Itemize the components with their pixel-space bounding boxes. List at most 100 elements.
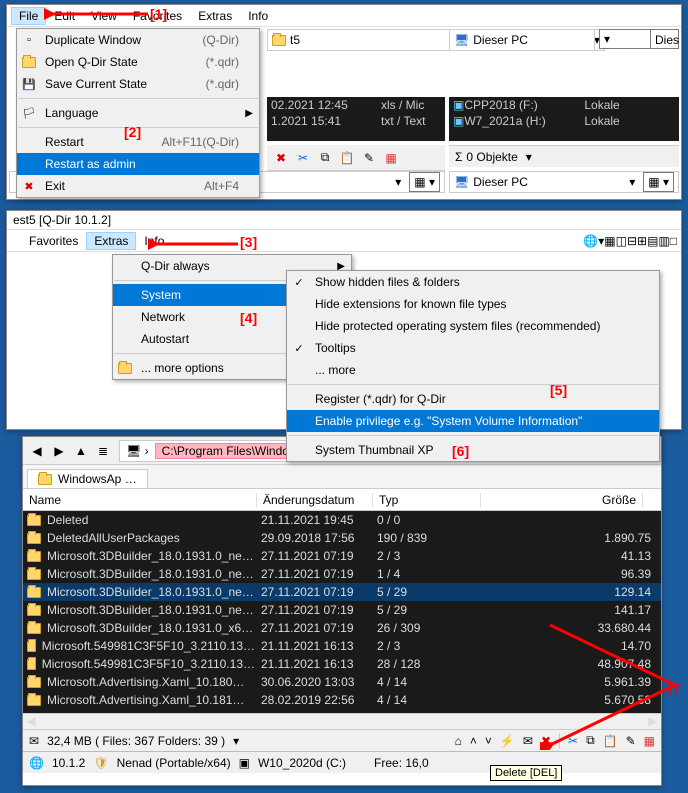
file-date: 29.09.2018 17:56 (261, 531, 377, 545)
table-row[interactable]: Deleted21.11.2021 19:450 / 0 (23, 511, 661, 529)
edit-icon[interactable]: ✎ (359, 148, 379, 168)
file-date: 27.11.2021 07:19 (261, 603, 377, 617)
file-size: 96.39 (485, 567, 657, 581)
menu-show-hidden[interactable]: Show hidden files & folders (287, 271, 659, 293)
table-row[interactable]: Microsoft.3DBuilder_18.0.1931.0_ne…27.11… (23, 583, 661, 601)
paste-icon[interactable]: 📋 (337, 148, 357, 168)
up-icon[interactable]: ▲ (71, 441, 91, 461)
menu-open-state[interactable]: Open Q-Dir State(*.qdr) (17, 51, 259, 73)
down-icon[interactable]: ˅ (485, 734, 492, 748)
table-row[interactable]: Microsoft.Advertising.Xaml_10.181…28.02.… (23, 691, 661, 709)
cut-icon[interactable]: ✂ (293, 148, 313, 168)
edit-icon[interactable]: ✎ (626, 734, 636, 748)
menu-system-thumbnail[interactable]: System Thumbnail XP (287, 439, 659, 461)
menu-view[interactable]: View (83, 7, 125, 25)
menu-enable-privilege[interactable]: Enable privilege e.g. "System Volume Inf… (287, 410, 659, 432)
table-row[interactable]: Microsoft.549981C3F5F10_3.2110.13…21.11.… (23, 637, 661, 655)
table-row[interactable]: Microsoft.549981C3F5F10_3.2110.13…21.11.… (23, 655, 661, 673)
menu-language[interactable]: 🏳Language▶ (17, 102, 259, 124)
menu-register-qdr[interactable]: Register (*.qdr) for Q-Dir (287, 388, 659, 410)
menu-file[interactable]: File (11, 7, 46, 25)
menu-extras[interactable]: Extras (190, 7, 240, 25)
menu-info-2[interactable]: Info (136, 232, 172, 250)
copy-icon[interactable]: ⧉ (315, 148, 335, 168)
menu-edit[interactable]: Edit (46, 7, 83, 25)
cell: xls / Mic (381, 98, 424, 112)
file-list[interactable]: Deleted21.11.2021 19:450 / 0DeletedAllUs… (23, 511, 661, 713)
file-name: Microsoft.3DBuilder_18.0.1931.0_ne… (47, 567, 254, 581)
grid-icon[interactable]: ▦ (381, 148, 401, 168)
table-row[interactable]: Microsoft.3DBuilder_18.0.1931.0_ne…27.11… (23, 565, 661, 583)
address-bar-2[interactable]: 🖥 Dieser PC (449, 29, 595, 51)
home-icon[interactable]: ⌂ (455, 734, 462, 748)
folder-icon (27, 515, 41, 526)
col-date[interactable]: Änderungsdatum (257, 493, 373, 507)
file-name: Deleted (47, 513, 88, 527)
scroll-left-icon[interactable]: ◀ (23, 714, 39, 729)
file-size: 5.670.58 (485, 693, 657, 707)
status-text: 0 Objekte (466, 150, 517, 164)
table-row[interactable]: Microsoft.3DBuilder_18.0.1931.0_ne…27.11… (23, 601, 661, 619)
menu-hide-protected[interactable]: Hide protected operating system files (r… (287, 315, 659, 337)
col-name[interactable]: Name (23, 493, 257, 507)
layout-icon[interactable]: ▤ (647, 234, 658, 248)
levels-icon[interactable]: ≣ (93, 441, 113, 461)
grid-icon[interactable]: ▦ (644, 734, 655, 748)
fwd-icon[interactable]: ▶ (49, 441, 69, 461)
system-submenu: Show hidden files & folders Hide extensi… (286, 270, 660, 462)
view-combo[interactable]: ▾ (599, 29, 651, 49)
menu-restart-admin[interactable]: Restart as admin (17, 153, 259, 175)
layout-icon[interactable]: ⊟ (627, 234, 637, 248)
cell: txt / Text (381, 114, 425, 128)
file-type: 1 / 4 (377, 567, 485, 581)
col-size[interactable]: Größe (481, 493, 643, 507)
folder-icon (27, 677, 41, 688)
scroll-right-icon[interactable]: ▶ (645, 714, 661, 729)
cut-icon[interactable]: ✂ (568, 734, 578, 748)
delete-icon[interactable]: ✖ (271, 148, 291, 168)
menu-hide-ext[interactable]: Hide extensions for known file types (287, 293, 659, 315)
menu-favorites-2[interactable]: Favorites (21, 232, 86, 250)
back-icon[interactable]: ◀ (27, 441, 47, 461)
folder-icon (272, 35, 286, 46)
delete-icon[interactable]: ✖ (541, 734, 551, 748)
col-type[interactable]: Typ (373, 493, 481, 507)
file-name: Microsoft.549981C3F5F10_3.2110.13… (42, 639, 255, 653)
folder-icon (27, 569, 41, 580)
file-date: 27.11.2021 07:19 (261, 549, 377, 563)
table-row[interactable]: Microsoft.3DBuilder_18.0.1931.0_x6…27.11… (23, 619, 661, 637)
menu-extras-2[interactable]: Extras (86, 232, 136, 250)
file-size: 33.680.44 (485, 621, 657, 635)
layout-icon[interactable]: ◫ (616, 234, 627, 248)
up-icon[interactable]: ˄ (470, 734, 477, 748)
flash-icon[interactable]: ⚡ (500, 734, 515, 748)
table-row[interactable]: Microsoft.3DBuilder_18.0.1931.0_ne… 27.11… (23, 547, 661, 565)
layout-icon[interactable]: ⊞ (637, 234, 647, 248)
letter-icon[interactable]: ✉ (29, 734, 39, 748)
file-name: Microsoft.3DBuilder_18.0.1931.0_ne… (47, 585, 254, 599)
menu-info[interactable]: Info (240, 7, 276, 25)
column-headers[interactable]: Name Änderungsdatum Typ Größe (23, 489, 661, 511)
menu-restart[interactable]: RestartAlt+F11(Q-Dir) (17, 131, 259, 153)
menu-favorites[interactable]: Favorites (125, 7, 190, 25)
menu-exit[interactable]: ✖ExitAlt+F4 (17, 175, 259, 197)
layout-icon[interactable]: ▦ (604, 234, 615, 248)
mail-icon[interactable]: ✉ (523, 734, 533, 748)
table-row[interactable]: Microsoft.Advertising.Xaml_10.180…30.06.… (23, 673, 661, 691)
menu-more[interactable]: ... more (287, 359, 659, 381)
address-bar-4[interactable]: 🖥 Dieser PC ▾ ▦ ▾ (449, 171, 679, 193)
tab-windowsapps[interactable]: WindowsAp … (27, 469, 148, 488)
file-size: 41.13 (485, 549, 657, 563)
view-combo[interactable]: ▦ ▾ (643, 172, 674, 192)
paste-icon[interactable]: 📋 (603, 734, 618, 748)
menu-save-state[interactable]: 💾Save Current State(*.qdr) (17, 73, 259, 95)
view-combo[interactable]: ▦ ▾ (409, 172, 440, 192)
layout-icon[interactable]: ▥ (658, 234, 669, 248)
layout-icon[interactable]: □ (670, 234, 677, 248)
file-name: Microsoft.3DBuilder_18.0.1931.0_ne… (47, 549, 254, 563)
globe-icon[interactable]: 🌐 (583, 234, 598, 248)
table-row[interactable]: DeletedAllUserPackages29.09.2018 17:5619… (23, 529, 661, 547)
menu-tooltips[interactable]: Tooltips (287, 337, 659, 359)
copy-icon[interactable]: ⧉ (586, 733, 595, 748)
menu-duplicate-window[interactable]: ▫Duplicate Window(Q-Dir) (17, 29, 259, 51)
